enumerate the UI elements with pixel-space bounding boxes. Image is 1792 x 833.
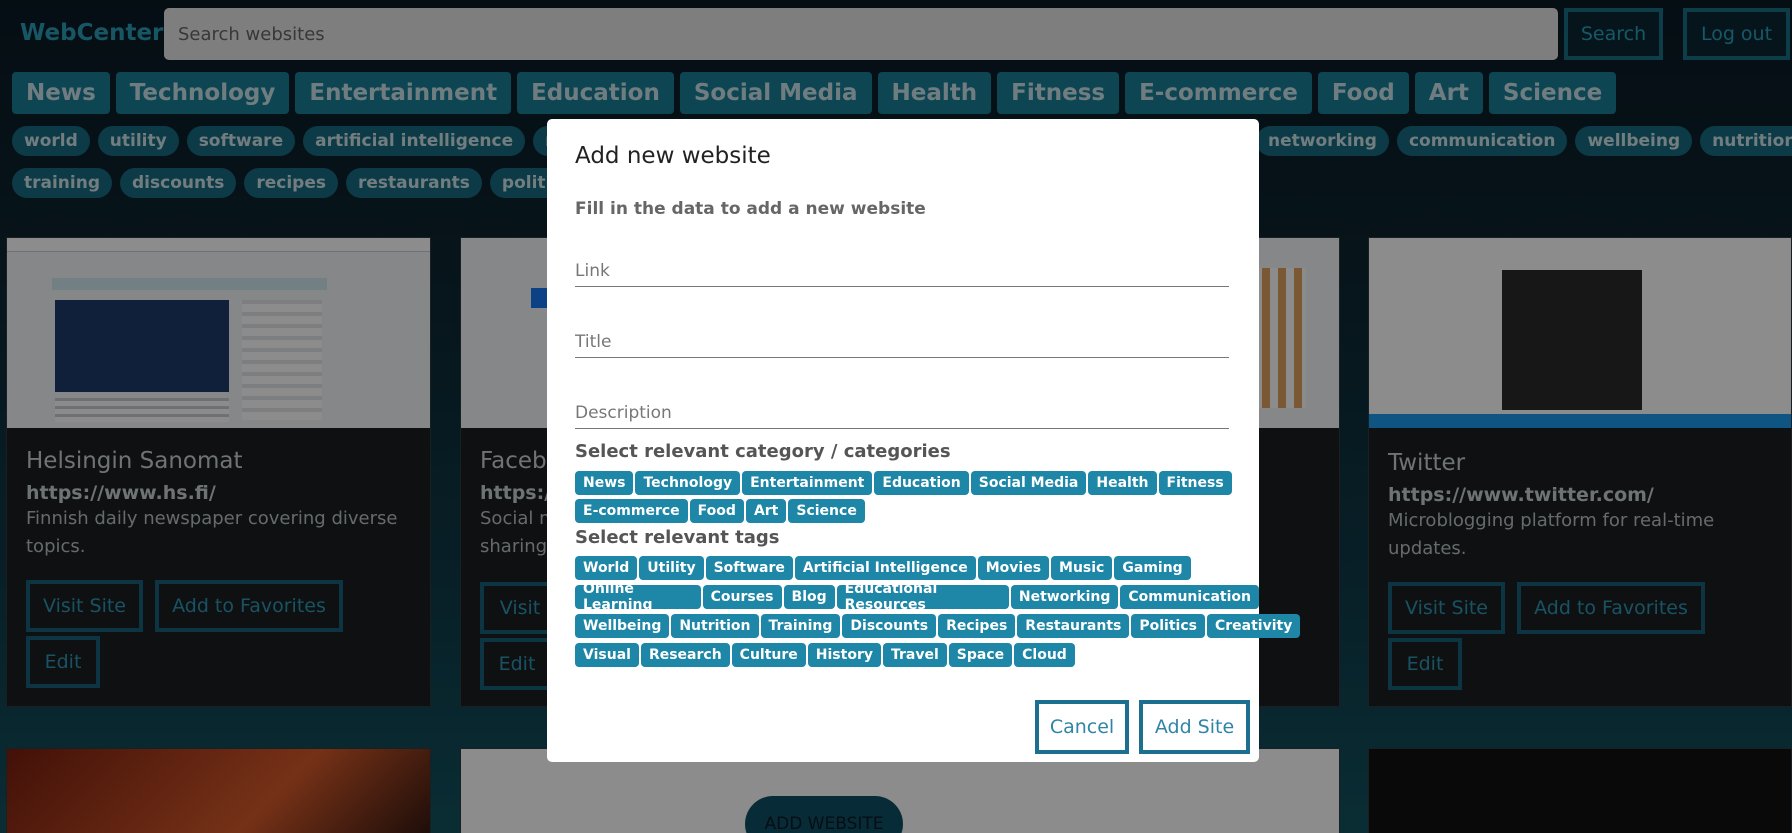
tag-chip-educational-resources[interactable]: Educational Resources bbox=[836, 581, 1009, 613]
tag-chip-creativity[interactable]: Creativity bbox=[1206, 614, 1301, 638]
tag-chip-nutrition[interactable]: Nutrition bbox=[671, 614, 759, 638]
tag-chip-row-2: Online Learning Courses Blog Educational… bbox=[575, 581, 1259, 613]
tag-chip-communication[interactable]: Communication bbox=[1120, 585, 1259, 609]
description-field[interactable] bbox=[575, 397, 1229, 429]
tag-chip-wellbeing[interactable]: Wellbeing bbox=[575, 614, 670, 638]
tag-chip-row-1: World Utility Software Artificial Intell… bbox=[575, 556, 1191, 580]
category-chip-science[interactable]: Science bbox=[788, 499, 865, 523]
category-chip-entertainment[interactable]: Entertainment bbox=[742, 471, 873, 495]
category-chip-fitness[interactable]: Fitness bbox=[1158, 471, 1232, 495]
dialog-title: Add new website bbox=[575, 143, 771, 169]
tag-chip-history[interactable]: History bbox=[807, 643, 881, 667]
add-website-dialog: Add new website Fill in the data to add … bbox=[547, 119, 1301, 762]
category-chip-technology[interactable]: Technology bbox=[635, 471, 741, 495]
tag-chip-music[interactable]: Music bbox=[1051, 556, 1113, 580]
tag-chip-artificial-intelligence[interactable]: Artificial Intelligence bbox=[794, 556, 976, 580]
category-chip-row-1: News Technology Entertainment Education … bbox=[575, 471, 1232, 495]
add-site-button[interactable]: Add Site bbox=[1139, 700, 1250, 754]
tag-chip-world[interactable]: World bbox=[575, 556, 638, 580]
tag-chip-politics[interactable]: Politics bbox=[1131, 614, 1205, 638]
tag-chip-row-3: Wellbeing Nutrition Training Discounts R… bbox=[575, 614, 1301, 638]
tag-chip-discounts[interactable]: Discounts bbox=[842, 614, 937, 638]
categories-label: Select relevant category / categories bbox=[575, 441, 951, 462]
tag-chip-research[interactable]: Research bbox=[640, 643, 730, 667]
tag-chip-networking[interactable]: Networking bbox=[1010, 585, 1119, 609]
link-field[interactable] bbox=[575, 255, 1229, 287]
category-chip-food[interactable]: Food bbox=[689, 499, 744, 523]
tag-chip-gaming[interactable]: Gaming bbox=[1114, 556, 1191, 580]
tag-chip-visual[interactable]: Visual bbox=[575, 643, 639, 667]
tag-chip-software[interactable]: Software bbox=[705, 556, 793, 580]
tag-chip-row-4: Visual Research Culture History Travel S… bbox=[575, 643, 1075, 667]
category-chip-social-media[interactable]: Social Media bbox=[970, 471, 1087, 495]
cancel-button[interactable]: Cancel bbox=[1035, 700, 1129, 754]
tag-chip-cloud[interactable]: Cloud bbox=[1014, 643, 1075, 667]
tag-chip-restaurants[interactable]: Restaurants bbox=[1017, 614, 1130, 638]
dialog-subtitle: Fill in the data to add a new website bbox=[575, 199, 926, 219]
category-chip-health[interactable]: Health bbox=[1088, 471, 1157, 495]
tag-chip-online-learning[interactable]: Online Learning bbox=[575, 581, 701, 613]
tags-label: Select relevant tags bbox=[575, 527, 780, 548]
tag-chip-courses[interactable]: Courses bbox=[702, 585, 782, 609]
category-chip-education[interactable]: Education bbox=[874, 471, 969, 495]
category-chip-e-commerce[interactable]: E-commerce bbox=[575, 499, 688, 523]
category-chip-art[interactable]: Art bbox=[745, 499, 787, 523]
tag-chip-travel[interactable]: Travel bbox=[882, 643, 947, 667]
tag-chip-training[interactable]: Training bbox=[760, 614, 841, 638]
title-field[interactable] bbox=[575, 326, 1229, 358]
category-chip-news[interactable]: News bbox=[575, 471, 634, 495]
tag-chip-blog[interactable]: Blog bbox=[783, 585, 835, 609]
tag-chip-space[interactable]: Space bbox=[948, 643, 1013, 667]
tag-chip-culture[interactable]: Culture bbox=[731, 643, 806, 667]
tag-chip-recipes[interactable]: Recipes bbox=[938, 614, 1016, 638]
tag-chip-utility[interactable]: Utility bbox=[639, 556, 704, 580]
tag-chip-movies[interactable]: Movies bbox=[977, 556, 1050, 580]
category-chip-row-2: E-commerce Food Art Science bbox=[575, 499, 865, 523]
